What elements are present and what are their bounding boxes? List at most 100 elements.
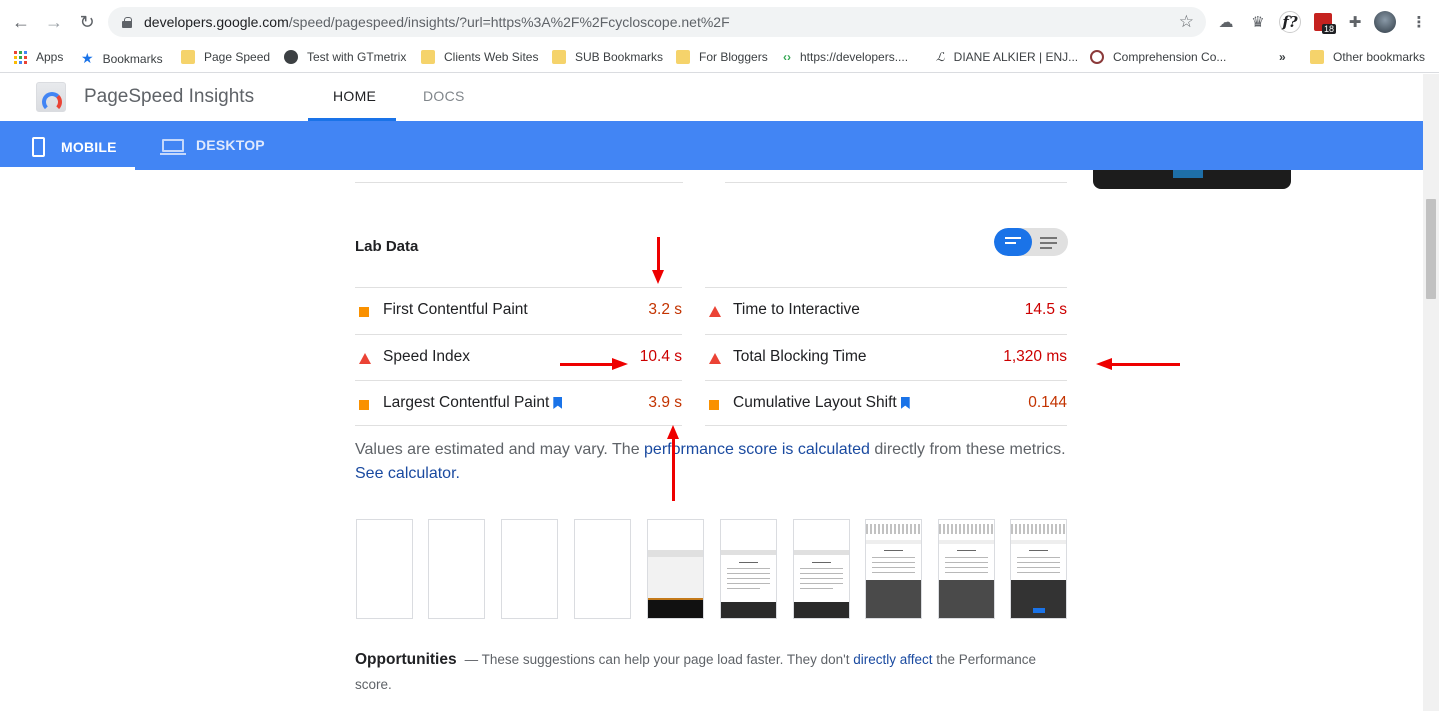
lab-data-note: Values are estimated and may vary. The p… (355, 438, 1067, 486)
metric-name: Time to Interactive (733, 301, 860, 318)
bookmark-diane-alkier[interactable]: ℒ DIANE ALKIER | ENJ... (936, 50, 1078, 64)
directly-affect-link[interactable]: directly affect (853, 652, 932, 667)
divider (725, 182, 1067, 183)
arrowhead-icon (667, 425, 679, 439)
filmstrip-frame (720, 519, 777, 619)
device-tabs: MOBILE DESKTOP (0, 121, 1423, 170)
filmstrip-frame (1010, 519, 1067, 619)
site-title: PageSpeed Insights (84, 86, 255, 107)
site-icon (1090, 50, 1104, 64)
metric-first-contentful-paint: First Contentful Paint 3.2 s (355, 287, 682, 333)
bookmark-gtmetrix[interactable]: Test with GTmetrix (284, 50, 406, 64)
calendar-extension-icon[interactable]: 18 (1312, 11, 1336, 34)
metric-cumulative-layout-shift: Cumulative Layout Shift 0.144 (705, 380, 1067, 426)
arrowhead-icon (612, 358, 628, 370)
code-icon: ‹› (783, 50, 791, 64)
back-icon[interactable]: ← (10, 11, 32, 33)
metric-name: Total Blocking Time (733, 348, 867, 365)
metric-value: 3.9 s (648, 394, 682, 411)
compact-view-button[interactable] (994, 228, 1032, 256)
bookmark-label: Test with GTmetrix (307, 50, 407, 64)
bookmark-apps[interactable]: Apps (14, 50, 63, 64)
scrollbar-thumb[interactable] (1426, 199, 1436, 299)
url-path: /speed/pagespeed/insights/?url=https%3A%… (288, 14, 730, 30)
address-bar[interactable]: developers.google.com/speed/pagespeed/in… (108, 7, 1206, 37)
folder-icon (676, 50, 690, 64)
tab-docs[interactable]: DOCS (423, 88, 465, 104)
extensions-puzzle-icon[interactable]: ✚ (1344, 11, 1366, 33)
menu-dots-icon[interactable]: ⋮ (1408, 11, 1430, 33)
bookmark-comprehension[interactable]: Comprehension Co... (1090, 50, 1226, 64)
note-text: directly from these metrics. (869, 441, 1066, 458)
folder-icon (181, 50, 195, 64)
fail-triangle-icon (709, 353, 721, 364)
annotation-arrow (1112, 363, 1180, 366)
more-bookmarks-chevron-icon[interactable]: » (1279, 50, 1286, 64)
opportunities-title: Opportunities (355, 651, 457, 668)
tab-mobile[interactable]: MOBILE (32, 137, 117, 157)
metric-total-blocking-time: Total Blocking Time 1,320 ms (705, 334, 1067, 380)
bookmark-icon[interactable] (553, 397, 563, 409)
cloud-icon[interactable]: ☁ (1215, 11, 1237, 33)
bookmark-label: SUB Bookmarks (575, 50, 664, 64)
pagespeed-logo-icon (36, 82, 66, 112)
bookmark-label: https://developers.... (800, 50, 909, 64)
bookmark-bookmarks[interactable]: ★ Bookmarks (81, 50, 163, 67)
screenshot-thumbnail (1093, 170, 1291, 189)
avatar[interactable] (1374, 11, 1396, 33)
bookmark-star-icon[interactable]: ☆ (1179, 12, 1194, 32)
metrics-view-toggle[interactable] (994, 228, 1068, 256)
see-calculator-link[interactable]: See calculator. (355, 465, 460, 482)
expanded-view-lines-icon[interactable] (1040, 237, 1057, 252)
bookmarks-bar: Apps ★ Bookmarks Page Speed Test with GT… (0, 44, 1439, 73)
extension-badge: 18 (1321, 24, 1336, 34)
performance-score-link[interactable]: performance score is calculated (644, 441, 870, 458)
opportunities-section: Opportunities — These suggestions can hel… (355, 647, 1075, 697)
bookmark-page-speed[interactable]: Page Speed (181, 50, 270, 64)
average-square-icon (359, 307, 369, 317)
filmstrip-frame (501, 519, 558, 619)
fail-triangle-icon (359, 353, 371, 364)
lock-icon (122, 16, 132, 28)
filmstrip-frame (428, 519, 485, 619)
tab-home[interactable]: HOME (333, 88, 376, 104)
reload-icon[interactable]: ↻ (76, 11, 98, 33)
tab-desktop-label: DESKTOP (196, 137, 265, 153)
laptop-icon (160, 138, 186, 155)
star-icon: ★ (81, 50, 94, 66)
bookmark-other[interactable]: Other bookmarks (1310, 50, 1425, 64)
site-header: PageSpeed Insights HOME DOCS (0, 74, 1423, 121)
forward-icon[interactable]: → (43, 11, 65, 33)
bookmark-label: Apps (36, 50, 64, 64)
report-content: Lab Data First Contentful Paint 3.2 s Sp… (0, 170, 1423, 711)
url-host: developers.google.com (144, 14, 289, 30)
bookmark-clients-web-sites[interactable]: Clients Web Sites (421, 50, 538, 64)
bookmark-for-bloggers[interactable]: For Bloggers (676, 50, 768, 64)
bookmark-label: Bookmarks (102, 51, 163, 66)
filmstrip-frame (793, 519, 850, 619)
note-text: Values are estimated and may vary. The (355, 441, 645, 458)
extension-cup-icon[interactable]: ♛ (1247, 11, 1269, 33)
tab-mobile-label: MOBILE (61, 139, 117, 155)
bookmark-label: Clients Web Sites (444, 50, 539, 64)
metric-name: Speed Index (383, 348, 471, 365)
metric-value: 0.144 (1028, 394, 1067, 411)
bookmark-label: Other bookmarks (1333, 50, 1426, 64)
fonts-extension-icon[interactable]: f? (1279, 11, 1301, 33)
metric-value: 1,320 ms (1003, 348, 1067, 365)
bookmark-sub-bookmarks[interactable]: SUB Bookmarks (552, 50, 663, 64)
tab-desktop[interactable]: DESKTOP (160, 137, 265, 155)
annotation-arrow (657, 237, 660, 273)
opportunities-text: — These suggestions can help your page l… (464, 652, 854, 667)
folder-icon (1310, 50, 1324, 64)
lab-data-title: Lab Data (355, 238, 419, 255)
page-scrollbar[interactable] (1423, 74, 1439, 711)
bookmark-icon[interactable] (900, 397, 910, 409)
metric-value: 3.2 s (648, 301, 682, 318)
metric-name: First Contentful Paint (383, 301, 528, 318)
filmstrip-frame (647, 519, 704, 619)
average-square-icon (359, 400, 369, 410)
apps-grid-icon (14, 50, 27, 64)
bookmark-label: DIANE ALKIER | ENJ... (953, 50, 1079, 64)
bookmark-developers[interactable]: ‹› https://developers.... (783, 50, 908, 64)
